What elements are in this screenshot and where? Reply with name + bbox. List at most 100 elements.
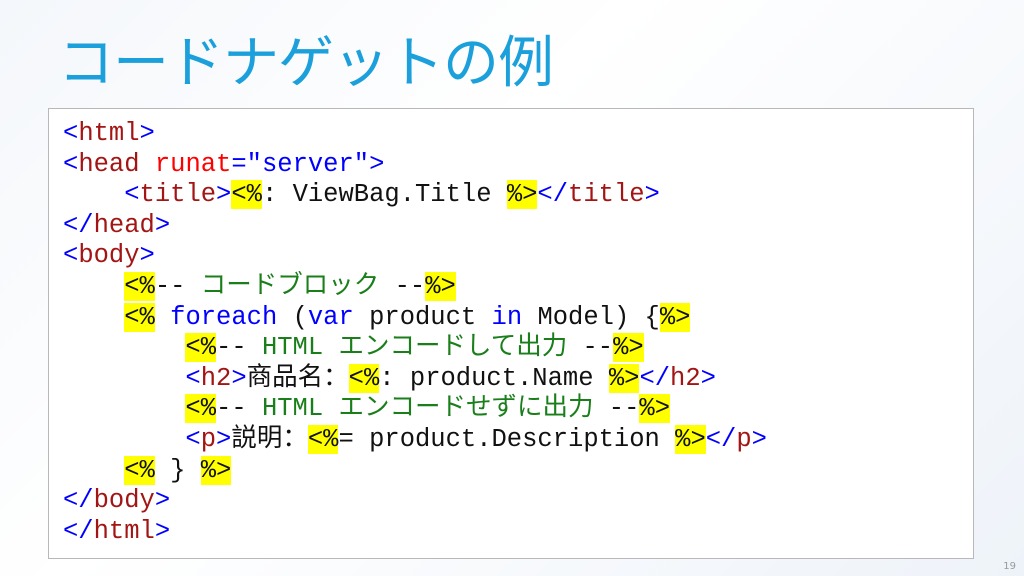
code-tag-name: p [736,424,752,454]
code-text: } [154,455,201,485]
code-line: <body> [63,241,767,272]
code-text: product [353,302,492,332]
code-bracket: < [63,149,79,179]
code-bracket: > [154,516,171,546]
code-line: </body> [63,486,767,517]
code-line: <%-- HTML エンコードして出力 --%> [63,333,767,364]
code-line: <% } %> [63,455,767,487]
code-delimiter-highlight: <% [185,333,217,363]
code-tag-name: body [93,486,155,516]
code-line: <title><%: ViewBag.Title %></title> [63,180,767,211]
code-line: <%-- HTML エンコードせずに出力 --%> [63,394,767,425]
code-bracket: > [700,363,716,393]
code-tag-name: title [568,180,645,210]
code-bracket: > [139,119,155,148]
code-text: ( [277,302,308,332]
code-delimiter-highlight: %> [425,271,456,301]
code-line: <p>説明：<%= product.Description %></p> [63,424,767,456]
code-bracket: < [185,424,201,454]
code-delimiter-highlight: %> [200,455,232,485]
code-line: <html> [63,119,767,150]
code-bracket: > [216,180,232,210]
code-tag-name: body [78,241,140,271]
code-line: <head runat="server"> [63,150,767,181]
code-text: Model) { [522,302,660,332]
code-line: <%-- コードブロック --%> [63,271,767,303]
code-bracket: < [63,241,79,271]
code-delimiter-highlight: %> [506,180,538,210]
code-keyword: in [491,302,523,332]
code-bracket: </ [537,180,569,210]
code-tag-name: h2 [200,363,232,393]
code-comment: コードブロック [200,271,380,301]
code-line: <h2>商品名：<%: product.Name %></h2> [63,363,767,395]
code-text: : ViewBag.Title [261,180,507,210]
code-delimiter-highlight: <% [307,424,339,454]
code-comment: HTML エンコードして出力 [261,333,568,363]
code-line: </head> [63,211,767,242]
code-text: -- [567,333,614,363]
code-bracket: > [751,424,767,454]
code-text: 商品名： [246,363,349,393]
code-keyword: var [307,302,354,332]
code-text: -- [379,271,426,301]
code-line: </html> [63,517,767,548]
code-tag-name: h2 [670,363,701,393]
code-line: <% foreach (var product in Model) {%> [63,302,767,334]
code-delimiter-highlight: <% [231,180,262,210]
code-bracket: > [369,149,385,179]
code-text: -- [593,394,640,424]
code-bracket: > [216,424,232,454]
code-tag-name: html [93,516,155,546]
code-text: -- [154,271,201,301]
code-block: <html> <head runat="server"> <title><%: V… [48,108,974,559]
code-text: = product.Description [338,424,676,454]
code-delimiter-highlight: %> [675,424,706,454]
code-delimiter-highlight: %> [608,363,640,393]
code-bracket: </ [63,210,94,240]
code-tag-name: html [78,119,140,148]
code-delimiter-highlight: <% [124,455,155,485]
code-string: "server" [246,149,370,179]
code-listing: <html> <head runat="server"> <title><%: V… [63,119,767,547]
code-text: 説明： [231,424,308,454]
code-text: : product.Name [379,363,609,393]
code-bracket: > [154,210,171,240]
code-delimiter-highlight: %> [659,302,691,332]
code-tag-name: head [78,149,140,179]
code-bracket: </ [63,516,94,546]
code-bracket: < [63,119,79,148]
code-tag-name: title [139,180,217,210]
code-bracket: > [139,241,155,271]
code-bracket: </ [63,486,94,516]
code-delimiter-highlight: <% [124,302,155,332]
slide-title: コードナゲットの例 [58,31,554,96]
code-delimiter-highlight: %> [613,333,644,363]
page-number: 19 [1003,561,1016,572]
code-bracket: < [185,363,201,393]
code-bracket: </ [705,424,737,454]
code-delimiter-highlight: %> [639,394,670,424]
code-text: -- [216,394,262,424]
code-bracket: > [231,363,247,393]
code-tag-name: p [200,424,217,454]
code-delimiter-highlight: <% [124,271,155,301]
code-keyword: foreach [170,302,278,332]
code-bracket: < [124,180,140,210]
code-bracket: > [644,180,660,210]
code-bracket: = [231,149,247,179]
code-text: -- [216,333,262,363]
code-comment: HTML エンコードせずに出力 [261,394,594,424]
code-bracket: > [154,486,171,516]
code-attribute: runat [154,149,232,179]
